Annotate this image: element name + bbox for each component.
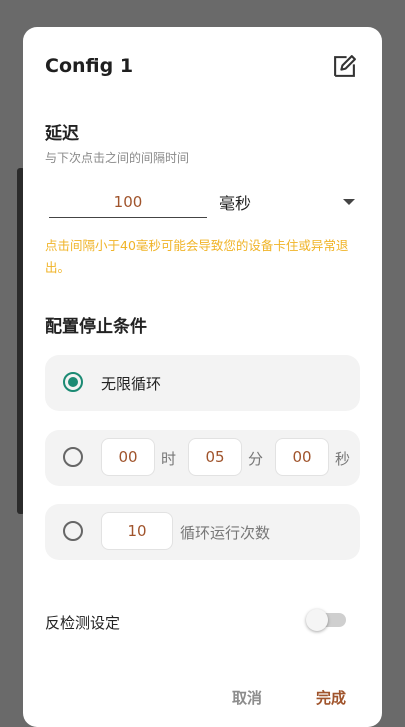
option-infinite-loop-label: 无限循环	[101, 375, 162, 393]
config-dialog: Config 1 延迟 与下次点击之间的间隔时间 毫秒 点击间隔小于40毫秒可能…	[23, 27, 382, 727]
toggle-knob	[306, 609, 328, 631]
seconds-unit: 秒	[335, 450, 351, 468]
anti-detect-label: 反检测设定	[45, 614, 121, 632]
option-loop-count[interactable]: 10 循环运行次数	[45, 504, 360, 560]
cancel-button[interactable]: 取消	[232, 687, 262, 708]
edit-icon[interactable]	[332, 54, 357, 79]
dialog-title: Config 1	[45, 55, 134, 77]
seconds-input[interactable]: 00	[275, 438, 329, 476]
anti-detect-toggle[interactable]	[306, 609, 346, 631]
option-duration[interactable]: 00 时 05 分 00 秒	[45, 430, 360, 486]
radio-duration[interactable]	[63, 447, 83, 467]
hours-input[interactable]: 00	[101, 438, 155, 476]
minutes-unit: 分	[248, 450, 264, 468]
chevron-down-icon	[343, 199, 355, 205]
delay-unit-label: 毫秒	[219, 194, 252, 213]
delay-input[interactable]	[49, 187, 207, 218]
stop-condition-heading: 配置停止条件	[45, 317, 147, 337]
delay-warning: 点击间隔小于40毫秒可能会导致您的设备卡住或异常退出。	[45, 238, 349, 275]
hours-unit: 时	[161, 450, 177, 468]
radio-loop-count[interactable]	[63, 521, 83, 541]
delay-heading: 延迟	[45, 124, 79, 144]
option-infinite-loop[interactable]: 无限循环	[45, 355, 360, 411]
loop-count-label: 循环运行次数	[180, 524, 271, 542]
minutes-input[interactable]: 05	[188, 438, 242, 476]
delay-unit-select[interactable]: 毫秒	[219, 187, 359, 217]
delay-subtitle: 与下次点击之间的间隔时间	[45, 151, 190, 165]
loop-count-input[interactable]: 10	[101, 512, 173, 550]
radio-infinite-loop[interactable]	[63, 372, 83, 392]
done-button[interactable]: 完成	[316, 687, 346, 708]
